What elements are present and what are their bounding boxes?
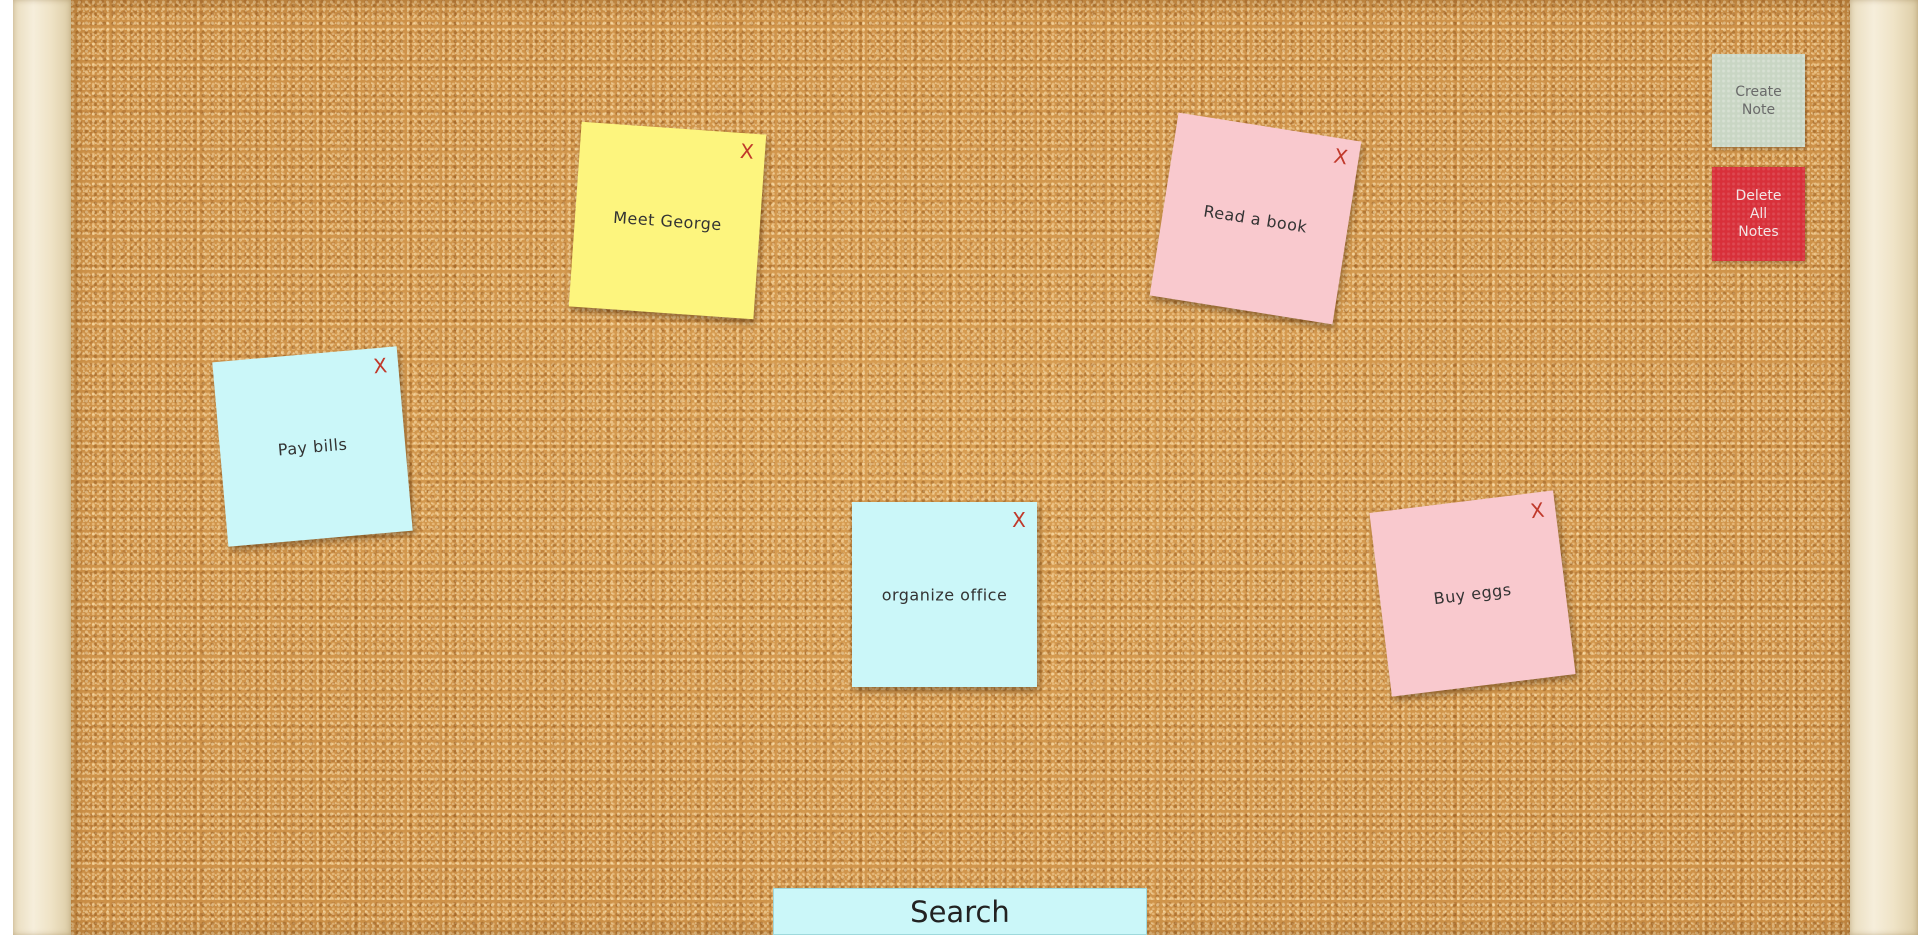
close-note-icon[interactable]: X bbox=[1526, 498, 1548, 523]
note-text: Meet George bbox=[612, 207, 723, 234]
sticky-note[interactable]: organize office X bbox=[852, 502, 1037, 687]
corkboard-app: Meet George X Read a book X Pay bills X … bbox=[0, 0, 1919, 935]
search-label: Search bbox=[910, 894, 1010, 929]
close-note-icon[interactable]: X bbox=[369, 353, 391, 378]
board-frame-right bbox=[1850, 0, 1918, 935]
note-text: Read a book bbox=[1202, 200, 1309, 237]
close-note-icon[interactable]: X bbox=[1329, 144, 1352, 170]
note-text: Pay bills bbox=[276, 434, 349, 459]
search-box[interactable]: Search bbox=[773, 888, 1147, 935]
create-note-button[interactable]: Create Note bbox=[1712, 54, 1805, 147]
sticky-note[interactable]: Meet George X bbox=[568, 121, 767, 320]
board-frame-left bbox=[13, 0, 71, 935]
delete-all-notes-button[interactable]: Delete All Notes bbox=[1712, 167, 1805, 261]
note-text: Buy eggs bbox=[1432, 579, 1513, 608]
sticky-note[interactable]: Buy eggs X bbox=[1369, 490, 1576, 697]
close-note-icon[interactable]: X bbox=[736, 139, 757, 164]
sticky-note[interactable]: Pay bills X bbox=[212, 346, 413, 547]
sticky-note[interactable]: Read a book X bbox=[1149, 112, 1362, 325]
note-text: organize office bbox=[881, 585, 1008, 604]
close-note-icon[interactable]: X bbox=[1009, 510, 1029, 530]
